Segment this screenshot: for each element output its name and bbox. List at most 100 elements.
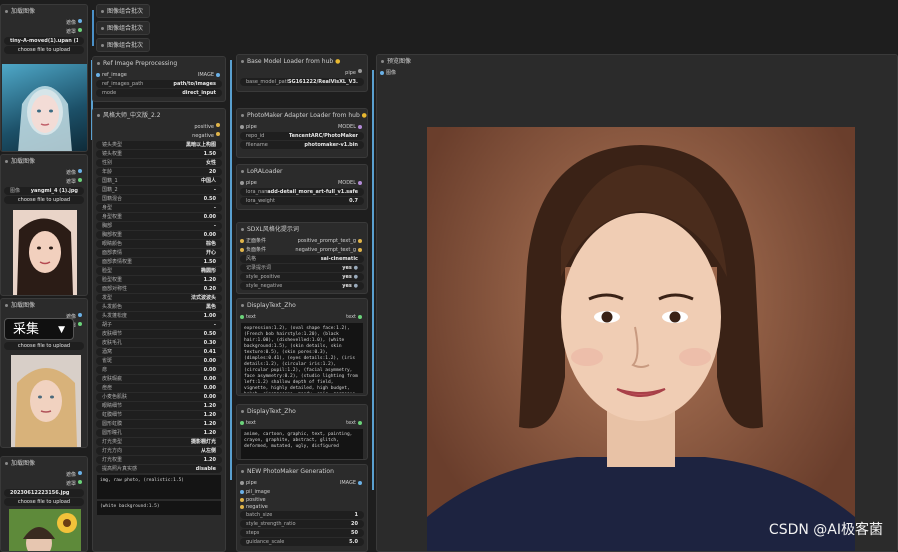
prompt-style-master-node[interactable]: 风格大师_中文版_2.2 positive negative 镜头类型 黑暗以上构… [92,108,226,552]
style-param-row[interactable]: 面部表情权重 1.50 [96,258,222,266]
style-param-row[interactable]: 小麦色肌肤 0.00 [96,393,222,401]
display-textarea[interactable]: anime, cartoon, graphic, text, painting,… [241,429,363,459]
batch-size-field[interactable]: batch_size 1 [240,511,364,519]
lora-weight-field[interactable]: lora_weight 0.7 [240,197,364,205]
style-param-row[interactable]: 镜头权重 1.50 [96,150,222,158]
style-param-row[interactable]: 国籍_2- [96,186,222,194]
style-param-row[interactable]: 头发蓬松度 1.00 [96,312,222,320]
style-param-row[interactable]: 身型 - [96,204,222,212]
style-param-row[interactable]: 头发颜色 黑色 [96,303,222,311]
upload-button[interactable]: choose file to upload [4,342,84,350]
input-pil-image[interactable]: pil_image [246,489,270,495]
output-image[interactable]: 遮像 [66,471,76,479]
collect-popup[interactable]: 采集 ▼ [4,318,74,340]
style-param-row[interactable]: 圆形虹膜 1.20 [96,420,222,428]
output-image[interactable]: IMAGE [340,480,356,486]
style-param-row[interactable]: 皮肤毛孔 0.30 [96,339,222,347]
style-param-row[interactable]: 年龄 20 [96,168,222,176]
upload-button[interactable]: choose file to upload [4,46,84,54]
style-param-row[interactable]: 发型 法式波波头 [96,294,222,302]
node-title[interactable]: 加载图像 [1,155,87,168]
node-title[interactable]: 加载图像 [1,5,87,18]
style-positive-toggle[interactable]: style_positive yes ● [240,273,364,281]
style-param-row[interactable]: 胸部 - [96,222,222,230]
style-param-row[interactable]: 脸型 椭圆形 [96,267,222,275]
style-strength-ratio-field[interactable]: style_strength_ratio 20 [240,520,364,528]
image-file-select[interactable]: tiny-A-moved(1).upan (1).png [4,37,84,45]
style-param-row[interactable]: 镜头类型 黑暗以上构图 [96,141,222,149]
filename-field[interactable]: filename photomaker-v1.bin [240,141,364,149]
output-mask[interactable]: 遮罩 [66,28,76,36]
node-title[interactable]: 加载图像 [1,299,87,312]
node-title[interactable]: NEW PhotoMaker Generation [237,465,367,478]
input-negative[interactable]: negative [246,504,268,510]
style-param-row[interactable]: 痘痘 0.00 [96,384,222,392]
image-file-select[interactable]: 20230612223156.jpg [4,489,84,497]
style-param-row[interactable]: 胸部权重 0.00 [96,231,222,239]
node-title[interactable]: SDXL风格化提示词 [237,223,367,236]
input-ref-image[interactable]: ref_image [102,72,127,78]
input-positive[interactable]: 正面条件 [246,238,266,244]
input-pipe[interactable]: pipe [246,480,257,486]
lora-loader-node[interactable]: LoRALoader pipe MODEL lora_nameadd-detail… [236,164,368,210]
input-text[interactable]: text [246,314,256,320]
guidance-scale-field[interactable]: guidance_scale 5.0 [240,538,364,546]
output-negative[interactable]: negative [192,132,214,140]
style-param-row[interactable]: 灯光类型 摄影棚灯光 [96,438,222,446]
display-textarea[interactable]: expression:1.2), (oval shape face:1.2), … [241,323,363,393]
output-image[interactable]: IMAGE [198,72,214,78]
input-pipe[interactable]: pipe [246,180,257,186]
load-image-node-4[interactable]: 加载图像 遮像 遮罩 20230612223156.jpg choose fil… [0,456,88,552]
sdxl-style-node[interactable]: SDXL风格化提示词 正面条件 positive_prompt_text_g 负面… [236,222,368,294]
style-negative-toggle[interactable]: style_negative yes ● [240,282,364,290]
style-param-row[interactable]: 国籍混合 0.50 [96,195,222,203]
style-param-row[interactable]: 提高照片真实感 disable [96,465,222,473]
base-model-path-field[interactable]: base_model_path SG161222/RealVisXL_V3.0 [240,78,364,86]
output-positive[interactable]: positive [194,123,214,131]
input-positive[interactable]: positive [246,497,266,503]
node-title[interactable]: LoRALoader [237,165,367,178]
node-title[interactable]: 加载图像 [1,457,87,470]
style-param-row[interactable]: 灯光权重 1.20 [96,456,222,464]
display-text-node-1[interactable]: DisplayText_Zho text text expression:1.2)… [236,298,368,396]
image-batch-node-1[interactable]: 图像组合批次 [96,4,150,18]
load-image-node-1[interactable]: 加载图像 遮像 遮罩 tiny-A-moved(1).upan (1).png … [0,4,88,152]
output-model[interactable]: MODEL [338,124,356,130]
ref-image-preprocessing-node[interactable]: Ref Image Preprocessing ref_image IMAGE r… [92,56,226,102]
style-param-row[interactable]: 雀斑 0.00 [96,357,222,365]
preview-image-node[interactable]: 预览图像 图像 CSDN @AI极客菌 [376,54,898,552]
steps-field[interactable]: steps 50 [240,529,364,537]
base-model-loader-node[interactable]: Base Model Loader from hub ● pipe base_m… [236,54,368,92]
output-model[interactable]: MODEL [338,180,356,186]
style-param-row[interactable]: 胡子 - [96,321,222,329]
ref-images-path-field[interactable]: ref_images_path path/to/images [96,80,222,88]
style-param-row[interactable]: 性别 女性 [96,159,222,167]
style-param-row[interactable]: 痣 0.00 [96,366,222,374]
input-text[interactable]: text [246,420,256,426]
style-param-row[interactable]: 眼睛颜色 棕色 [96,240,222,248]
node-title[interactable]: Base Model Loader from hub ● [237,55,367,68]
upload-button[interactable]: choose file to upload [4,498,84,506]
photomaker-adapter-node[interactable]: PhotoMaker Adapter Loader from hub ● pip… [236,108,368,158]
log-prompt-toggle[interactable]: 记录提示词 yes ● [240,264,364,272]
extra-positive-textarea[interactable]: img, raw photo, (realistic:1.5) [97,475,221,499]
input-negative[interactable]: 负面条件 [246,247,266,253]
style-param-row[interactable]: 皮肤细节 0.50 [96,330,222,338]
style-param-row[interactable]: 圆形瞳孔 1.20 [96,429,222,437]
style-param-row[interactable]: 灯光方向 从左侧 [96,447,222,455]
image-batch-node-2[interactable]: 图像组合批次 [96,21,150,35]
style-select[interactable]: 风格 sai-cinematic [240,255,364,263]
mode-select[interactable]: mode direct_input [96,89,222,97]
image-batch-node-3[interactable]: 图像组合批次 [96,38,150,52]
display-text-node-2[interactable]: DisplayText_Zho text text anime, cartoon,… [236,404,368,460]
style-param-row[interactable]: 虹膜细节 1.20 [96,411,222,419]
node-title[interactable]: PhotoMaker Adapter Loader from hub ● [237,109,367,122]
style-param-row[interactable]: 身型权重 0.00 [96,213,222,221]
style-param-row[interactable]: 面部表情 开心 [96,249,222,257]
output-image[interactable]: 遮像 [66,169,76,177]
style-param-row[interactable]: 脸型权重 1.20 [96,276,222,284]
style-param-row[interactable]: 酒窝 0.41 [96,348,222,356]
output-negative-text[interactable]: negative_prompt_text_g [295,247,356,253]
lora-name-select[interactable]: lora_nameadd-detail_more_art-full_v1.saf… [240,188,364,196]
upload-button[interactable]: choose file to upload [4,196,84,204]
